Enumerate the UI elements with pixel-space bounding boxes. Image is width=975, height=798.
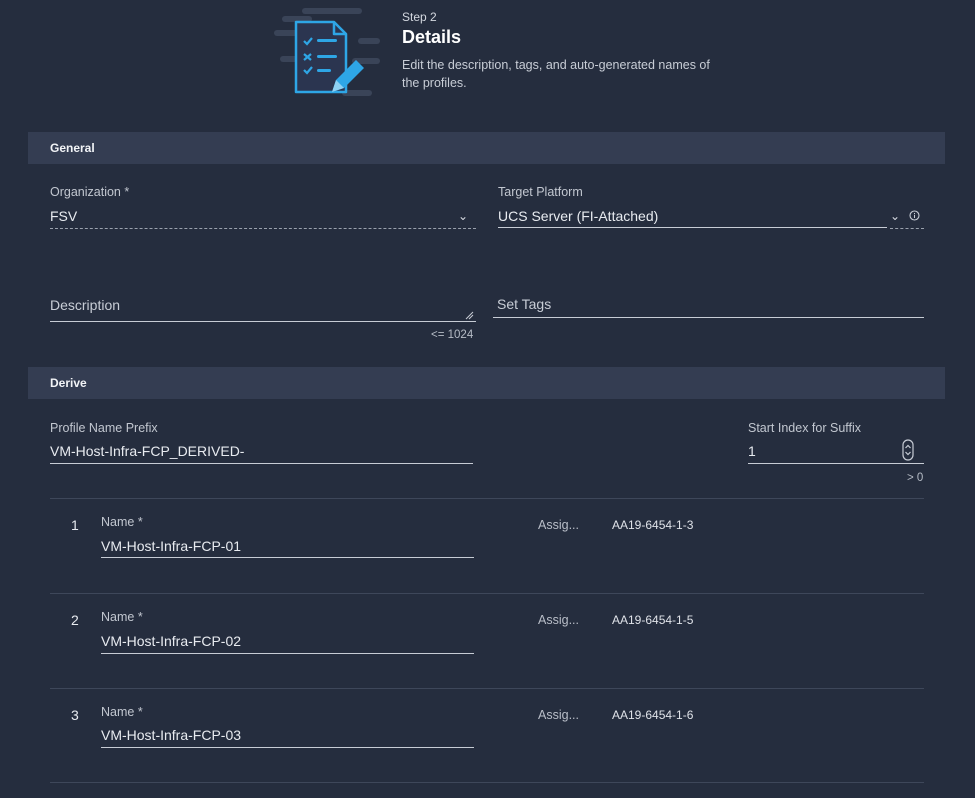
organization-label: Organization * — [50, 185, 130, 199]
name-label: Name * — [101, 610, 143, 624]
assigned-server: AA19-6454-1-3 — [612, 518, 694, 532]
assigned-server: AA19-6454-1-5 — [612, 613, 694, 627]
assigned-label: Assig... — [538, 708, 579, 722]
start-index-value: 1 — [748, 443, 756, 459]
general-section-title: General — [50, 141, 95, 155]
organization-value: FSV — [50, 208, 78, 224]
name-label: Name * — [101, 705, 143, 719]
stepper-icon[interactable] — [902, 439, 914, 461]
info-icon[interactable] — [909, 210, 920, 221]
row-number: 1 — [71, 517, 79, 533]
row-number: 2 — [71, 612, 79, 628]
start-index-label: Start Index for Suffix — [748, 421, 862, 435]
page-title: Details — [402, 27, 462, 47]
prefix-label: Profile Name Prefix — [50, 421, 158, 435]
name-label: Name * — [101, 515, 143, 529]
document-checklist-icon — [274, 8, 380, 96]
name-input[interactable]: VM-Host-Infra-FCP-03 — [101, 724, 474, 748]
name-value: VM-Host-Infra-FCP-02 — [101, 633, 242, 649]
chevron-down-icon: ⌄ — [890, 209, 901, 223]
description-placeholder: Description — [50, 297, 121, 313]
name-input[interactable]: VM-Host-Infra-FCP-01 — [101, 534, 474, 558]
name-input[interactable]: VM-Host-Infra-FCP-02 — [101, 629, 474, 653]
description-limit-hint: <= 1024 — [431, 329, 474, 341]
derive-section-header: Derive — [28, 367, 945, 399]
assigned-server: AA19-6454-1-6 — [612, 708, 694, 722]
resize-handle-icon[interactable] — [465, 311, 474, 320]
list-item: 3 Name * VM-Host-Infra-FCP-03 Assig... A… — [50, 689, 924, 782]
prefix-input[interactable]: VM-Host-Infra-FCP_DERIVED- — [50, 440, 473, 464]
page-description: Edit the description, tags, and auto-gen… — [402, 58, 710, 90]
chevron-down-icon: ⌄ — [458, 209, 469, 223]
tags-input[interactable]: Set Tags — [497, 292, 924, 318]
name-value: VM-Host-Infra-FCP-01 — [101, 538, 242, 554]
general-section-header: General — [28, 132, 945, 164]
start-index-hint: > 0 — [907, 472, 924, 484]
list-item: 1 Name * VM-Host-Infra-FCP-01 Assig... A… — [50, 499, 924, 593]
list-item: 2 Name * VM-Host-Infra-FCP-02 Assig... A… — [50, 594, 924, 688]
step-label: Step 2 — [402, 10, 437, 24]
prefix-value: VM-Host-Infra-FCP_DERIVED- — [50, 443, 245, 459]
target-platform-label: Target Platform — [498, 185, 583, 199]
start-index-input[interactable]: 1 — [748, 439, 924, 464]
row-number: 3 — [71, 707, 79, 723]
assigned-label: Assig... — [538, 518, 579, 532]
derive-section-title: Derive — [50, 376, 87, 390]
description-textarea[interactable]: Description — [50, 292, 476, 322]
assigned-label: Assig... — [538, 613, 579, 627]
tags-placeholder: Set Tags — [497, 296, 552, 312]
name-value: VM-Host-Infra-FCP-03 — [101, 727, 242, 743]
target-platform-value: UCS Server (FI-Attached) — [498, 208, 659, 224]
organization-select[interactable]: FSV ⌄ — [50, 204, 476, 230]
